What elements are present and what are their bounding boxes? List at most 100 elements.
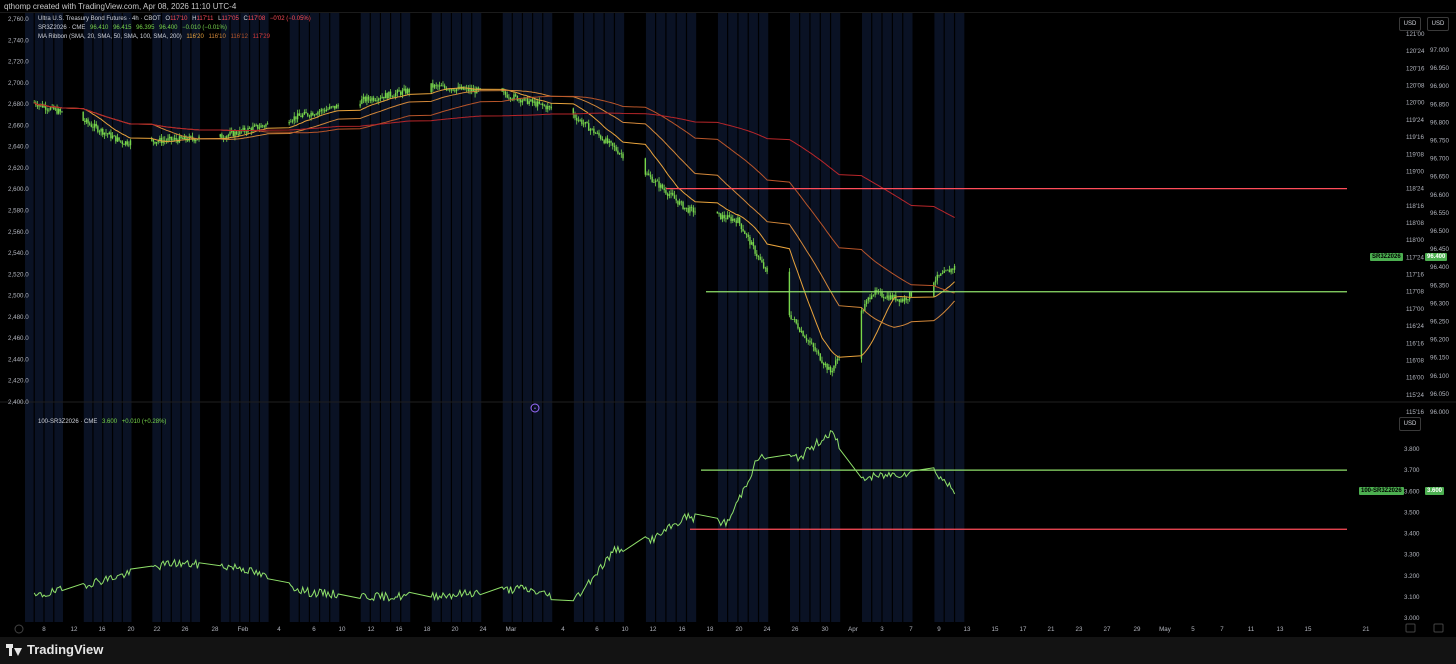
legend-sr3-chg: −0.010 (−0.01%) xyxy=(182,25,227,31)
tradingview-logo[interactable]: TradingView xyxy=(6,642,103,657)
right-axis2-tick: 96.850 xyxy=(1430,101,1449,108)
lower-axis-tick: 3.500 xyxy=(1404,509,1420,516)
candle-body xyxy=(752,242,755,247)
candle-body xyxy=(730,216,732,221)
candle-body xyxy=(87,119,89,124)
candle-body xyxy=(172,139,174,141)
candle-body xyxy=(548,106,551,107)
candle-body xyxy=(313,114,316,116)
candle-body xyxy=(761,259,763,263)
candle-body xyxy=(593,128,595,134)
x-axis-tick: 4 xyxy=(277,626,281,633)
candle-body xyxy=(610,140,612,143)
session-band xyxy=(289,13,299,622)
legend-high: 117'11 xyxy=(196,16,214,22)
candle-body xyxy=(378,98,380,101)
candle-body xyxy=(381,96,383,99)
candle-body xyxy=(605,138,607,144)
right-axis2-tick: 96.100 xyxy=(1430,373,1449,380)
currency-button-lower[interactable]: USD xyxy=(1399,417,1421,431)
legend-sr3-title: SR3Z2026 · CME xyxy=(38,25,86,31)
right-axis1-tick: 116'08 xyxy=(1406,357,1424,364)
chart-caption: qthomp created with TradingView.com, Apr… xyxy=(4,2,237,11)
x-axis-tick: 13 xyxy=(964,626,971,633)
currency-button-2[interactable]: USD xyxy=(1427,17,1449,31)
x-axis-tick: 17 xyxy=(1020,626,1027,633)
candle-body xyxy=(371,97,373,101)
x-axis-tick: 27 xyxy=(1104,626,1111,633)
candle-body xyxy=(668,194,671,196)
candle-body xyxy=(113,135,115,137)
right-axis2-tick: 96.500 xyxy=(1430,228,1449,235)
x-axis-tick: Apr xyxy=(848,626,858,633)
candle-body xyxy=(903,297,906,302)
session-band xyxy=(171,13,181,622)
candle-body xyxy=(874,290,876,295)
candle-body xyxy=(508,97,510,99)
candle-body xyxy=(589,129,592,131)
candle-body xyxy=(438,85,441,87)
right-axis2-tick: 96.050 xyxy=(1430,391,1449,398)
candle-body xyxy=(910,292,913,297)
candle-body xyxy=(290,121,292,123)
candle-body xyxy=(828,366,830,370)
candle-body xyxy=(934,280,937,283)
session-band xyxy=(260,13,269,622)
candle-body xyxy=(85,119,88,123)
candle-body xyxy=(871,295,873,300)
candle-body xyxy=(325,109,328,112)
candle-body xyxy=(943,270,945,274)
candle-body xyxy=(720,213,722,220)
candle-body xyxy=(948,269,951,273)
legend-sr3: SR3Z2026 · CME 96.410 96.415 96.395 96.4… xyxy=(38,25,230,31)
candle-body xyxy=(675,198,677,201)
candle-body xyxy=(677,200,679,205)
currency-button-1[interactable]: USD xyxy=(1399,17,1421,31)
candle-body xyxy=(372,97,375,101)
candle-body xyxy=(49,107,52,110)
candle-body xyxy=(665,190,667,194)
candle-body xyxy=(646,173,648,175)
candle-body xyxy=(376,100,378,102)
left-axis-tick: 2,740.0 xyxy=(8,37,29,44)
candle-body xyxy=(43,105,45,108)
session-band xyxy=(54,13,63,622)
candle-body xyxy=(829,366,832,373)
left-axis-tick: 2,480.0 xyxy=(8,314,29,321)
lower-axis-tick: 3.000 xyxy=(1404,615,1420,622)
x-axis-tick: 15 xyxy=(992,626,999,633)
candle-body xyxy=(591,128,593,130)
candle-body xyxy=(582,123,585,125)
candle-body xyxy=(367,96,370,100)
right-axis1-tick: 118'08 xyxy=(1406,220,1424,227)
x-axis-tick: 18 xyxy=(707,626,714,633)
x-axis-tick: 12 xyxy=(650,626,657,633)
candle-body xyxy=(168,136,171,139)
right-axis2-tick: 96.400 xyxy=(1430,264,1449,271)
candle-body xyxy=(440,85,442,87)
candle-body xyxy=(600,135,602,139)
candle-body xyxy=(59,109,62,112)
right-axis2-tick: 96.250 xyxy=(1430,319,1449,326)
candle-body xyxy=(661,184,664,189)
right-axis1-tick: 119'08 xyxy=(1406,151,1424,158)
candle-body xyxy=(301,114,304,118)
session-band xyxy=(113,13,122,622)
candle-body xyxy=(221,134,223,139)
candle-body xyxy=(449,89,451,91)
candle-body xyxy=(938,274,940,276)
candle-body xyxy=(388,91,390,99)
session-band xyxy=(944,13,954,622)
candle-body xyxy=(129,140,132,146)
candle-body xyxy=(305,111,307,114)
chart-frame[interactable]: 2,760.0 2,740.0 2,720.0 2,700.0 2,680.0 2,660… xyxy=(0,12,1456,638)
candle-body xyxy=(230,130,233,132)
left-axis-tick: 2,620.0 xyxy=(8,165,29,172)
candle-body xyxy=(234,131,236,137)
left-axis-tick: 2,500.0 xyxy=(8,293,29,300)
candle-body xyxy=(792,319,794,320)
candle-body xyxy=(400,91,402,95)
session-band xyxy=(320,13,330,622)
chart-svg[interactable]: 2,760.0 2,740.0 2,720.0 2,700.0 2,680.0 2,660… xyxy=(0,13,1456,638)
candle-body xyxy=(606,138,609,143)
